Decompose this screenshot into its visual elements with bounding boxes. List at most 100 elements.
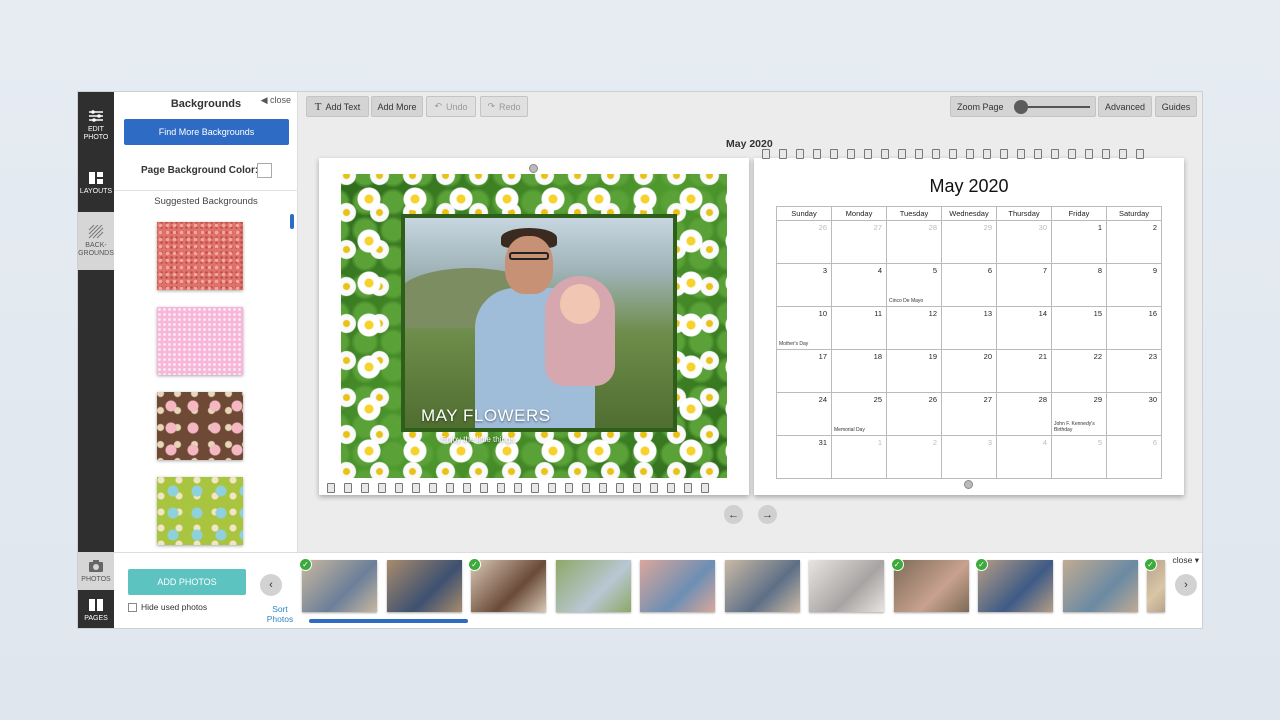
scroll-left-button[interactable]: ‹ <box>260 574 282 596</box>
calendar-day-cell[interactable]: 3 <box>776 263 832 307</box>
calendar-day-cell[interactable]: 31 <box>776 435 832 479</box>
add-more-button[interactable]: Add More <box>371 96 423 117</box>
calendar-day-cell[interactable]: 6 <box>1106 435 1162 479</box>
photo-thumbnail[interactable] <box>1062 560 1138 612</box>
calendar-day-cell[interactable]: 8 <box>1051 263 1107 307</box>
calendar-day-cell[interactable]: 23 <box>1106 349 1162 393</box>
hide-used-photos[interactable]: Hide used photos <box>128 602 207 612</box>
calendar-day-cell[interactable]: 10 Mother's Day <box>776 306 832 350</box>
photo-thumbnail[interactable] <box>471 560 546 612</box>
background-option[interactable] <box>157 307 243 375</box>
add-text-button[interactable]: T Add Text <box>306 96 369 117</box>
background-option[interactable] <box>157 222 243 290</box>
photo-thumbnail[interactable] <box>978 560 1053 612</box>
calendar-day-cell[interactable]: 7 <box>996 263 1052 307</box>
calendar-day-cell[interactable]: 9 <box>1106 263 1162 307</box>
day-number: 28 <box>1038 395 1047 404</box>
photo-thumbnail[interactable] <box>724 560 800 612</box>
rail-pages[interactable]: PAGES <box>78 591 114 628</box>
calendar-day-cell[interactable]: 1 <box>1051 220 1107 264</box>
rail-label: PHOTOS <box>81 575 111 583</box>
photo-title-text[interactable]: MAY FLOWERS <box>421 406 551 426</box>
tray-close-button[interactable]: close ▾ <box>1173 555 1199 566</box>
calendar-day-cell[interactable]: 15 <box>1051 306 1107 350</box>
calendar-day-cell[interactable]: 17 <box>776 349 832 393</box>
day-number: 2 <box>1152 223 1157 232</box>
calendar-day-cell[interactable]: 24 <box>776 392 832 436</box>
calendar-day-cell[interactable]: 3 <box>941 435 997 479</box>
next-page-button[interactable]: → <box>758 505 777 524</box>
calendar-day-cell[interactable]: 19 <box>886 349 942 393</box>
calendar-day-cell[interactable]: 16 <box>1106 306 1162 350</box>
hanging-hole <box>964 480 973 489</box>
calendar-day-cell[interactable]: 1 <box>831 435 887 479</box>
calendar-day-cell[interactable]: 12 <box>886 306 942 350</box>
day-number: 19 <box>928 352 937 361</box>
calendar-day-cell[interactable]: 11 <box>831 306 887 350</box>
rail-photos[interactable]: PHOTOS <box>78 552 114 590</box>
calendar-day-cell[interactable]: 29 <box>941 220 997 264</box>
calendar-day-cell[interactable]: 4 <box>996 435 1052 479</box>
photo-thumbnail[interactable] <box>893 560 969 612</box>
calendar-day-cell[interactable]: 25 Memorial Day <box>831 392 887 436</box>
calendar-day-cell[interactable]: 2 <box>886 435 942 479</box>
undo-button[interactable]: ↶ Undo <box>426 96 476 117</box>
calendar-day-cell[interactable]: 2 <box>1106 220 1162 264</box>
calendar-day-cell[interactable]: 27 <box>831 220 887 264</box>
calendar-day-cell[interactable]: 21 <box>996 349 1052 393</box>
calendar-day-cell[interactable]: 30 <box>1106 392 1162 436</box>
calendar-day-cell[interactable]: 6 <box>941 263 997 307</box>
flower-background-photo[interactable]: MAY FLOWERS Enjoy the little things <box>341 174 727 478</box>
calendar-day-cell[interactable]: 29 John F. Kennedy's Birthday <box>1051 392 1107 436</box>
spiral-coil <box>412 483 420 493</box>
scroll-right-button[interactable]: › <box>1175 574 1197 596</box>
day-number: 12 <box>928 309 937 318</box>
spiral-coil <box>344 483 352 493</box>
text-icon: T <box>314 100 322 113</box>
zoom-slider-track[interactable] <box>1018 106 1090 108</box>
calendar-day-cell[interactable]: 30 <box>996 220 1052 264</box>
advanced-button[interactable]: Advanced <box>1098 96 1152 117</box>
calendar-day-cell[interactable]: 4 <box>831 263 887 307</box>
background-option[interactable] <box>157 392 243 460</box>
panel-scrollbar[interactable] <box>290 214 294 229</box>
photo-thumbnail[interactable] <box>555 560 631 612</box>
background-option[interactable] <box>157 477 243 545</box>
redo-button[interactable]: ↷ Redo <box>480 96 528 117</box>
rail-edit-photo[interactable]: EDIT PHOTO <box>78 96 114 154</box>
calendar-day-cell[interactable]: 26 <box>776 220 832 264</box>
photo-thumbnail[interactable] <box>302 560 377 612</box>
calendar-day-cell[interactable]: 28 <box>886 220 942 264</box>
calendar-day-cell[interactable]: 22 <box>1051 349 1107 393</box>
page-background-color-swatch[interactable] <box>257 163 272 178</box>
calendar-day-cell[interactable]: 20 <box>941 349 997 393</box>
hide-used-checkbox[interactable] <box>128 602 137 612</box>
day-number: 2 <box>932 438 937 447</box>
guides-button[interactable]: Guides <box>1155 96 1197 117</box>
add-photos-button[interactable]: ADD PHOTOS <box>128 569 246 595</box>
weekday-header: Sunday <box>776 206 832 221</box>
calendar-day-cell[interactable]: 27 <box>941 392 997 436</box>
spiral-coil <box>830 149 838 159</box>
calendar-day-cell[interactable]: 5 <box>1051 435 1107 479</box>
photo-subtitle-text[interactable]: Enjoy the little things <box>441 435 514 444</box>
zoom-slider-handle[interactable] <box>1014 100 1028 114</box>
calendar-day-cell[interactable]: 13 <box>941 306 997 350</box>
panel-close-button[interactable]: ◀ close <box>261 95 291 106</box>
photo-thumbnail[interactable] <box>386 560 462 612</box>
calendar-day-cell[interactable]: 14 <box>996 306 1052 350</box>
tray-scroll-progress[interactable] <box>309 619 468 623</box>
calendar-day-cell[interactable]: 18 <box>831 349 887 393</box>
find-more-backgrounds-button[interactable]: Find More Backgrounds <box>124 119 289 145</box>
photo-thumbnail[interactable] <box>809 560 884 612</box>
sort-photos-link[interactable]: Sort Photos <box>260 604 300 624</box>
calendar-day-cell[interactable]: 28 <box>996 392 1052 436</box>
previous-page-button[interactable]: ← <box>724 505 743 524</box>
rail-backgrounds[interactable]: BACK- GROUNDS <box>78 212 114 270</box>
photo-thumbnail[interactable] <box>640 560 715 612</box>
rail-layouts[interactable]: LAYOUTS <box>78 154 114 212</box>
day-number: 14 <box>1038 309 1047 318</box>
family-photo[interactable] <box>401 214 677 432</box>
calendar-day-cell[interactable]: 26 <box>886 392 942 436</box>
calendar-day-cell[interactable]: 5 Cinco De Mayo <box>886 263 942 307</box>
